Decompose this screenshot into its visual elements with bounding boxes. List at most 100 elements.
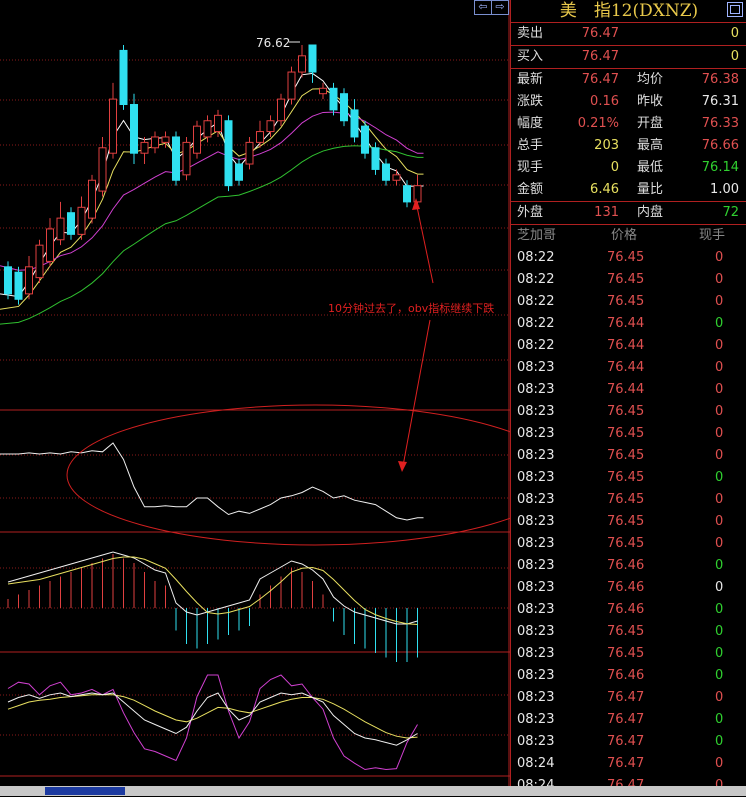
stat-label: 量比	[637, 182, 664, 197]
candle	[88, 174, 96, 224]
candle	[287, 66, 296, 105]
stat-value: 76.38	[701, 72, 739, 87]
col-exchange: 芝加哥	[517, 228, 557, 243]
trade-time: 08:24	[517, 756, 555, 771]
trade-volume: 0	[715, 360, 724, 375]
candle-body	[266, 120, 275, 133]
trade-price: 76.45	[607, 536, 645, 551]
trade-volume: 0	[715, 712, 724, 727]
buy-label: 买入	[517, 49, 544, 64]
trade-volume: 0	[715, 448, 724, 463]
candle	[214, 109, 222, 137]
stat-value: 0	[610, 160, 619, 175]
buy-row: 买入 76.47 0	[511, 46, 746, 69]
trade-row: 08:23 76.44 0	[511, 357, 746, 379]
trade-volume: 0	[715, 404, 724, 419]
trade-row: 08:23 76.45 0	[511, 511, 746, 533]
annotation-ellipse	[66, 404, 510, 546]
candle	[130, 93, 138, 165]
scroll-left-button[interactable]: ⇦	[474, 0, 492, 15]
scrollbar-thumb[interactable]	[45, 787, 125, 795]
instrument-header: 美 指12(DXNZ)	[511, 0, 746, 23]
candle-body	[77, 206, 86, 235]
trade-row: 08:23 76.45 0	[511, 621, 746, 643]
quote-row: 涨跌 0.16 昨收 76.31	[511, 91, 746, 113]
trade-volume: 0	[715, 536, 724, 551]
stat-value: 0.21%	[577, 116, 619, 131]
trades-header: 芝加哥 价格 现手	[511, 225, 746, 247]
stat-value: 6.46	[590, 182, 619, 197]
candle-body	[56, 217, 65, 241]
trade-row: 08:23 76.45 0	[511, 489, 746, 511]
trade-time: 08:23	[517, 558, 555, 573]
candle	[119, 45, 128, 110]
trade-volume: 0	[715, 690, 724, 705]
candle	[340, 88, 348, 127]
candle	[245, 136, 254, 170]
candle-body	[119, 49, 128, 106]
outer-inner-row: 外盘 131 内盘 72	[511, 201, 746, 225]
stat-label: 幅度	[517, 116, 544, 131]
candle	[109, 82, 117, 159]
quote-row: 总手 203 最高 76.66	[511, 135, 746, 157]
trade-price: 76.44	[607, 382, 645, 397]
stat-label: 现手	[517, 160, 544, 175]
trade-volume: 0	[715, 558, 724, 573]
trade-time: 08:23	[517, 536, 555, 551]
trade-time: 08:22	[517, 338, 555, 353]
stat-value: 76.33	[701, 116, 739, 131]
maximize-icon[interactable]	[727, 2, 743, 17]
trade-time: 08:22	[517, 272, 555, 287]
sell-volume: 0	[730, 26, 739, 41]
horizontal-scrollbar[interactable]	[0, 786, 746, 796]
trade-time: 08:23	[517, 514, 555, 529]
stat-value: 0.16	[590, 94, 619, 109]
annotation-arrow-up	[415, 201, 434, 284]
candle-body	[4, 266, 12, 295]
col-price: 价格	[611, 228, 638, 243]
trades-list[interactable]: 08:22 76.45 0 08:22 76.45 0 08:22 76.45 0 08:22 76…	[511, 247, 746, 797]
kdj-d-line	[7, 694, 418, 739]
moving-averages	[0, 72, 424, 325]
quote-row: 最新 76.47 均价 76.38	[511, 69, 746, 91]
stat-value: 203	[594, 138, 619, 153]
trade-row: 08:22 76.45 0	[511, 291, 746, 313]
scroll-right-button[interactable]: ⇨	[491, 0, 509, 15]
trade-price: 76.47	[607, 690, 645, 705]
candle-body	[382, 163, 390, 181]
candle-body	[67, 212, 75, 235]
price-chart[interactable]: 76.62 10分钟过去了，obv指标继续下跌	[0, 0, 510, 786]
trade-row: 08:23 76.45 0	[511, 643, 746, 665]
candle-body	[340, 93, 348, 122]
annotation-arrow-down	[402, 319, 431, 467]
trade-time: 08:23	[517, 382, 555, 397]
candle	[235, 158, 243, 186]
candle	[361, 120, 369, 159]
ma-line-mid	[0, 88, 424, 310]
candle	[319, 82, 327, 100]
trade-time: 08:23	[517, 734, 555, 749]
trade-price: 76.45	[607, 404, 645, 419]
trade-row: 08:23 76.47 0	[511, 709, 746, 731]
trade-row: 08:23 76.46 0	[511, 665, 746, 687]
candle-body	[308, 44, 317, 73]
candle	[298, 45, 306, 78]
trade-volume: 0	[715, 624, 724, 639]
kdj-j-line	[7, 674, 418, 771]
trade-price: 76.45	[607, 448, 645, 463]
trade-row: 08:22 76.44 0	[511, 335, 746, 357]
stat-value: 1.00	[710, 182, 739, 197]
stat-label: 最新	[517, 72, 544, 87]
trade-time: 08:23	[517, 668, 555, 683]
trade-price: 76.45	[607, 624, 645, 639]
stat-value: 76.31	[701, 94, 739, 109]
trade-price: 76.46	[607, 668, 645, 683]
trade-volume: 0	[715, 426, 724, 441]
trade-price: 76.45	[607, 514, 645, 529]
candle	[25, 255, 33, 300]
stat-label: 均价	[637, 72, 664, 87]
candle	[224, 115, 233, 192]
candle-body	[277, 98, 285, 122]
trade-time: 08:23	[517, 646, 555, 661]
candle	[140, 136, 149, 165]
